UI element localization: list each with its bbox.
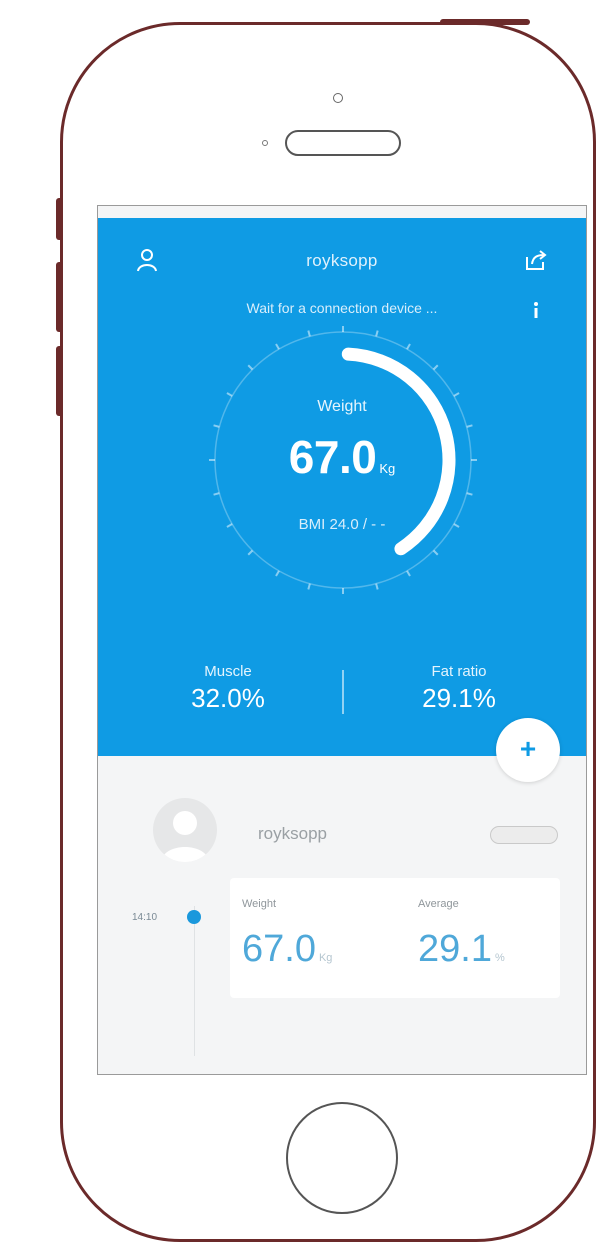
record-weight-unit: Kg: [318, 952, 333, 964]
weight-value: 67.0: [288, 431, 377, 483]
record-average-unit: %: [494, 952, 505, 964]
gauge-tick: [466, 424, 473, 428]
home-button[interactable]: [286, 1102, 398, 1214]
power-button: [440, 19, 530, 25]
weight-readout: 67.0 Kg: [98, 430, 586, 484]
plus-icon: +: [519, 733, 537, 764]
record-weight: Weight 67.0 Kg: [242, 898, 332, 971]
record-average: Average 29.1%: [418, 898, 505, 971]
muscle-stat: Muscle 32.0%: [148, 663, 308, 714]
fat-ratio-value: 29.1%: [422, 683, 496, 713]
silent-switch: [56, 198, 63, 240]
volume-down-button: [56, 346, 63, 416]
record-time: 14:10: [132, 912, 158, 923]
profile-badge[interactable]: [490, 826, 558, 844]
gauge-tick: [247, 549, 254, 556]
gauge-tick: [406, 570, 411, 577]
app-screen: royksopp Wait for a connection device ..…: [97, 205, 587, 1075]
gauge-tick: [213, 424, 220, 428]
avatar-placeholder-icon: [161, 811, 209, 862]
profile-row[interactable]: royksopp: [98, 788, 586, 868]
earpiece-speaker: [285, 130, 401, 156]
gauge-tick: [375, 583, 379, 590]
add-record-button[interactable]: +: [496, 718, 560, 782]
fat-ratio-stat: Fat ratio 29.1%: [379, 663, 539, 714]
weight-label: Weight: [317, 398, 367, 415]
gauge-tick: [247, 364, 254, 371]
gauge-tick: [453, 392, 460, 397]
gauge-tick: [432, 549, 439, 556]
record-average-value: 29.1: [418, 928, 492, 970]
proximity-sensor: [262, 140, 268, 146]
record-weight-readout: 67.0 Kg: [242, 928, 332, 971]
device-mockup: royksopp Wait for a connection device ..…: [0, 0, 606, 1251]
record-average-label: Average: [418, 898, 459, 910]
gauge-tick: [275, 570, 280, 577]
muscle-value: 32.0%: [191, 683, 265, 713]
gauge-tick: [226, 392, 233, 397]
stat-divider: [342, 670, 344, 714]
muscle-label: Muscle: [204, 663, 252, 680]
record-card[interactable]: Weight 67.0 Kg Average 29.1%: [230, 878, 560, 998]
profile-name: royksopp: [258, 824, 327, 843]
fat-ratio-label: Fat ratio: [431, 663, 487, 680]
gauge-tick: [406, 343, 411, 350]
bmi-value: BMI 24.0 / - -: [298, 516, 386, 533]
gauge-tick: [307, 330, 311, 337]
gauge-tick: [307, 583, 311, 590]
timeline-dot: [187, 910, 201, 924]
timeline-line: [194, 906, 195, 1056]
gauge-tick: [213, 492, 220, 496]
record-weight-value: 67.0: [242, 928, 316, 970]
gauge-tick: [466, 492, 473, 496]
gauge-tick: [275, 343, 280, 350]
volume-up-button: [56, 262, 63, 332]
record-average-readout: 29.1%: [418, 928, 505, 971]
gauge-tick: [432, 364, 439, 371]
front-camera: [333, 93, 343, 103]
record-weight-label: Weight: [242, 898, 277, 910]
gauge-tick: [375, 330, 379, 337]
summary-panel: royksopp Wait for a connection device ..…: [98, 218, 586, 756]
avatar[interactable]: [153, 798, 217, 862]
weight-unit: Kg: [379, 461, 396, 476]
